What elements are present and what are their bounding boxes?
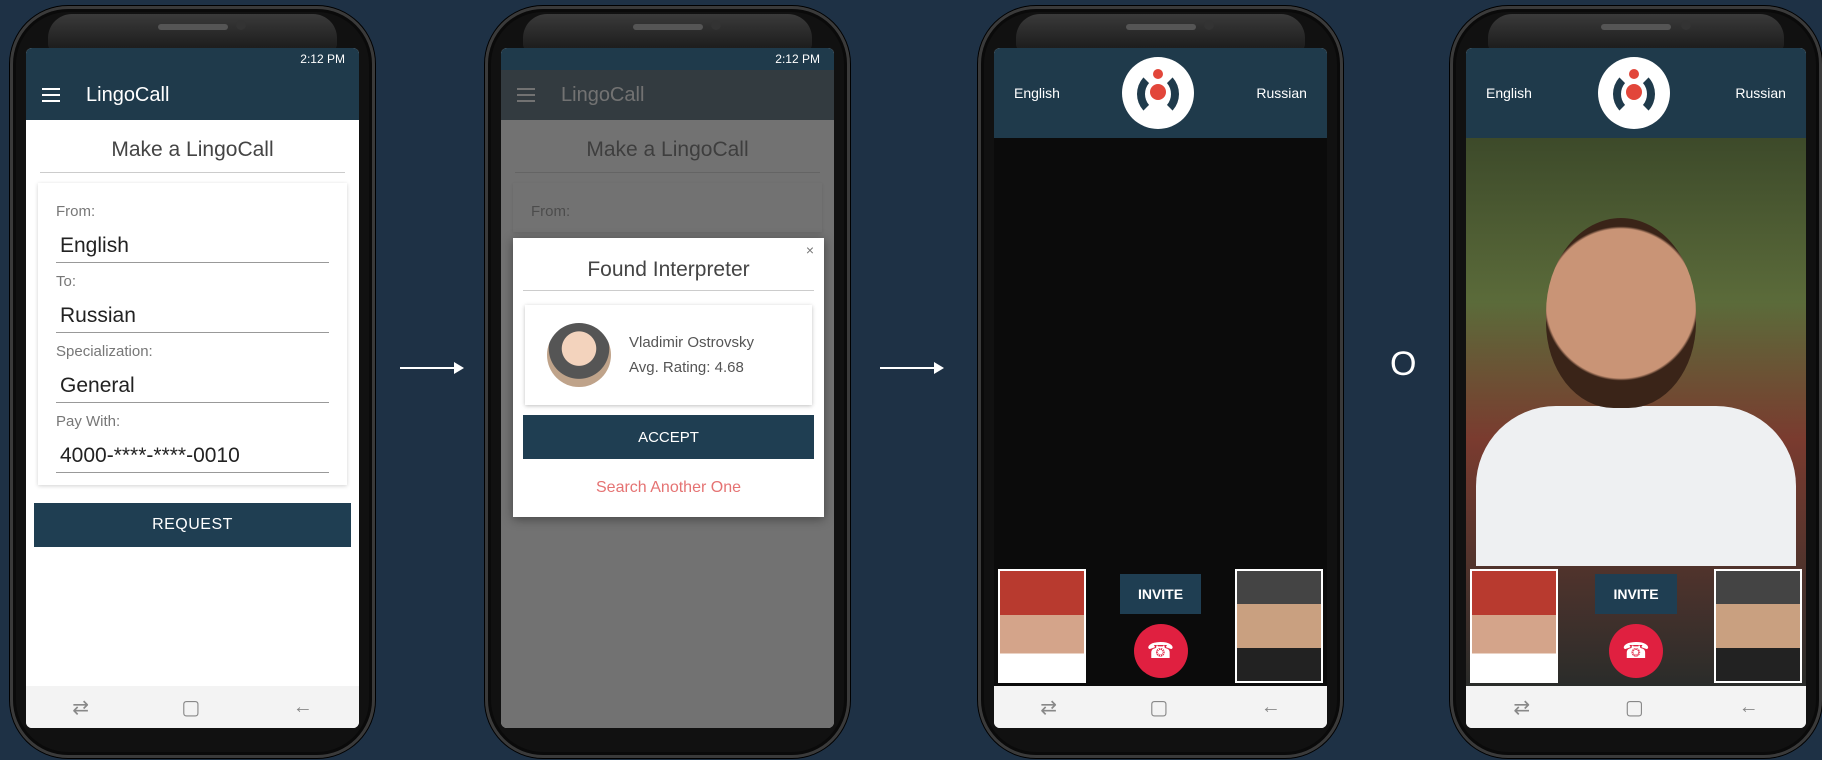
interpreter-video-thumbnail[interactable] bbox=[1235, 569, 1323, 683]
self-video-thumbnail[interactable] bbox=[1470, 569, 1558, 683]
flow-arrow-1 bbox=[400, 362, 464, 374]
close-icon[interactable]: × bbox=[806, 242, 814, 258]
phone-top-bezel bbox=[1016, 14, 1305, 52]
phone-top-bezel bbox=[1488, 14, 1784, 52]
source-language: English bbox=[1014, 85, 1060, 101]
phone-hangup-icon: ☎ bbox=[1146, 638, 1175, 663]
phone-hangup-icon: ☎ bbox=[1622, 638, 1650, 663]
invite-button[interactable]: INVITE bbox=[1595, 574, 1677, 614]
speaker-grille bbox=[632, 24, 703, 30]
phone-call-active: English Russian INVITE ☎ ⇄ ▢ ← bbox=[1450, 6, 1822, 758]
specialization-field[interactable]: General bbox=[56, 360, 329, 403]
interpreter-video-thumbnail[interactable] bbox=[1714, 569, 1802, 683]
app-title: LingoCall bbox=[86, 83, 170, 106]
recent-apps-icon[interactable]: ⇄ bbox=[72, 695, 89, 720]
search-another-link[interactable]: Search Another One bbox=[513, 479, 824, 497]
call-header: English Russian bbox=[1466, 48, 1806, 138]
home-icon[interactable]: ▢ bbox=[1149, 695, 1168, 720]
or-separator: O bbox=[1390, 345, 1417, 383]
phone-top-bezel bbox=[523, 14, 812, 52]
system-nav-bar: ⇄ ▢ ← bbox=[994, 686, 1327, 728]
lingocall-logo bbox=[1122, 57, 1195, 129]
target-language: Russian bbox=[1256, 85, 1307, 101]
pay-label: Pay With: bbox=[56, 413, 121, 430]
app-bar: LingoCall bbox=[26, 70, 359, 120]
source-language: English bbox=[1486, 85, 1532, 101]
interpreter-avatar bbox=[547, 323, 611, 387]
back-icon[interactable]: ← bbox=[1739, 696, 1759, 719]
invite-button[interactable]: INVITE bbox=[1119, 574, 1202, 614]
system-nav-bar: ⇄ ▢ ← bbox=[1466, 686, 1806, 728]
form-title: Make a LingoCall bbox=[40, 120, 345, 173]
found-interpreter-dialog: × Found Interpreter Vladimir Ostrovsky A… bbox=[513, 238, 824, 517]
call-screen-active: English Russian INVITE ☎ ⇄ ▢ ← bbox=[1466, 48, 1806, 728]
recent-apps-icon[interactable]: ⇄ bbox=[1513, 695, 1530, 720]
home-icon[interactable]: ▢ bbox=[181, 695, 200, 720]
recent-apps-icon[interactable]: ⇄ bbox=[1040, 695, 1057, 720]
system-nav-bar: ⇄ ▢ ← bbox=[26, 686, 359, 728]
status-bar: 2:12 PM bbox=[26, 48, 359, 70]
specialization-label: Specialization: bbox=[56, 343, 153, 360]
status-bar: 2:12 PM bbox=[501, 48, 834, 70]
flow-arrow-2 bbox=[880, 362, 944, 374]
call-controls: INVITE ☎ bbox=[994, 566, 1327, 686]
request-button[interactable]: REQUEST bbox=[34, 503, 351, 547]
back-icon[interactable]: ← bbox=[293, 696, 313, 719]
hangup-button[interactable]: ☎ bbox=[1133, 624, 1188, 678]
accept-button[interactable]: ACCEPT bbox=[523, 415, 814, 459]
target-language: Russian bbox=[1735, 85, 1786, 101]
speaker-grille bbox=[157, 24, 228, 30]
to-label: To: bbox=[56, 273, 77, 290]
dialog-title: Found Interpreter bbox=[523, 238, 814, 291]
speaker-grille bbox=[1601, 24, 1671, 30]
home-icon[interactable]: ▢ bbox=[1625, 695, 1644, 720]
back-icon[interactable]: ← bbox=[1261, 696, 1281, 719]
dialog-screen: 2:12 PM LingoCall Make a LingoCall From:… bbox=[501, 48, 834, 728]
phone-dialog: 2:12 PM LingoCall Make a LingoCall From:… bbox=[485, 6, 850, 758]
interpreter-card: Vladimir Ostrovsky Avg. Rating: 4.68 bbox=[525, 305, 812, 405]
pay-field[interactable]: 4000-****-****-0010 bbox=[56, 430, 329, 473]
menu-icon[interactable] bbox=[42, 88, 64, 102]
speaker-grille bbox=[1125, 24, 1196, 30]
form-card: From: English To: Russian Specialization… bbox=[38, 183, 347, 485]
call-screen-waiting: English Russian INVITE ☎ ⇄ ▢ ← bbox=[994, 48, 1327, 728]
phone-call-waiting: English Russian INVITE ☎ ⇄ ▢ ← bbox=[978, 6, 1343, 758]
call-header: English Russian bbox=[994, 48, 1327, 138]
to-field[interactable]: Russian bbox=[56, 290, 329, 333]
status-time: 2:12 PM bbox=[775, 52, 820, 66]
phone-form: 2:12 PM LingoCall Make a LingoCall From:… bbox=[10, 6, 375, 758]
front-camera bbox=[1680, 20, 1691, 30]
interpreter-name: Vladimir Ostrovsky bbox=[629, 334, 755, 351]
hangup-button[interactable]: ☎ bbox=[1609, 624, 1663, 678]
caller-shirt bbox=[1476, 406, 1796, 566]
from-field[interactable]: English bbox=[56, 220, 329, 263]
interpreter-rating: Avg. Rating: 4.68 bbox=[629, 359, 744, 376]
call-controls: INVITE ☎ bbox=[1466, 566, 1806, 686]
form-screen: 2:12 PM LingoCall Make a LingoCall From:… bbox=[26, 48, 359, 728]
caller-face bbox=[1546, 218, 1696, 408]
status-time: 2:12 PM bbox=[300, 52, 345, 66]
self-video-thumbnail[interactable] bbox=[998, 569, 1086, 683]
lingocall-logo bbox=[1597, 57, 1670, 129]
from-label: From: bbox=[56, 203, 96, 220]
phone-top-bezel bbox=[48, 14, 337, 52]
